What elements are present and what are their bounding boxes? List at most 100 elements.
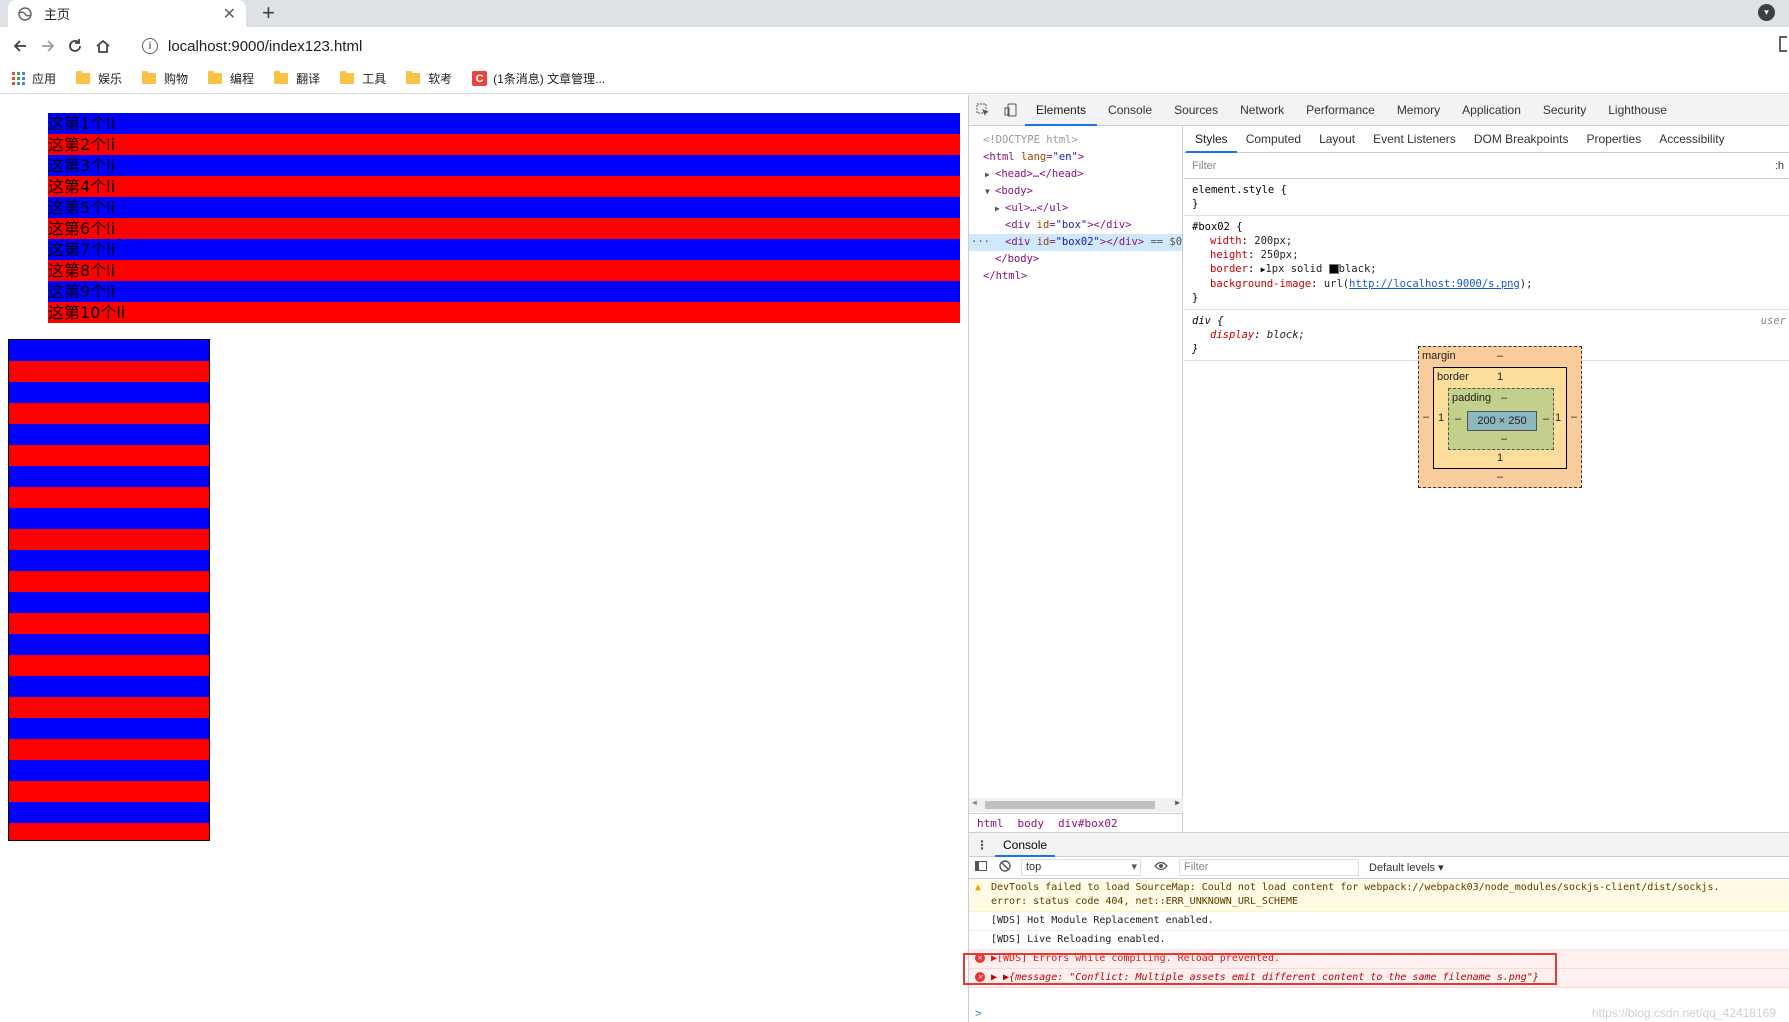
dom-body[interactable]: ▼ <body> <box>969 183 1182 200</box>
site-info-icon[interactable]: i <box>142 38 158 54</box>
border-bottom-value[interactable]: 1 <box>1497 452 1503 464</box>
console-log[interactable]: [WDS] Live Reloading enabled. <box>969 931 1789 950</box>
padding-right-value[interactable]: – <box>1543 413 1549 425</box>
expand-triangle-icon[interactable]: ▶ <box>995 200 1005 217</box>
console-filter-input[interactable]: Filter <box>1179 859 1359 876</box>
close-tab-icon[interactable]: ✕ <box>223 4 236 24</box>
bookmark-csdn[interactable]: C (1条消息) 文章管理... <box>472 70 605 87</box>
home-icon[interactable] <box>91 34 115 58</box>
css-value[interactable]: 250px; <box>1261 249 1299 261</box>
scrollbar-thumb[interactable] <box>985 801 1155 809</box>
breadcrumb-html[interactable]: html <box>977 817 1004 830</box>
hover-state-toggle[interactable]: :h <box>1775 160 1789 172</box>
scroll-right-icon[interactable]: ▶ <box>1175 798 1180 807</box>
css-prop[interactable]: height <box>1192 249 1248 261</box>
bookmark-folder-tools[interactable]: 工具 <box>340 70 386 87</box>
margin-left-value[interactable]: – <box>1423 411 1429 423</box>
drawer-tab-console[interactable]: Console <box>995 833 1056 857</box>
tab-lighthouse[interactable]: Lighthouse <box>1597 95 1678 126</box>
breadcrumb-body[interactable]: body <box>1018 817 1045 830</box>
tab-dom-breakpoints[interactable]: DOM Breakpoints <box>1465 126 1578 153</box>
context-selector[interactable]: top <box>1021 859 1141 876</box>
bookmark-folder-translate[interactable]: 翻译 <box>274 70 320 87</box>
padding-top-value[interactable]: – <box>1501 392 1507 404</box>
tab-properties[interactable]: Properties <box>1578 126 1651 153</box>
extensions-icon[interactable] <box>1779 36 1787 52</box>
tab-console[interactable]: Console <box>1097 95 1163 126</box>
tab-security[interactable]: Security <box>1532 95 1597 126</box>
console-prompt[interactable]: > <box>975 1008 981 1020</box>
clear-console-icon[interactable] <box>993 860 1017 875</box>
border-right-value[interactable]: 1 <box>1555 412 1561 424</box>
css-value[interactable]: black; <box>1339 263 1377 275</box>
scroll-left-icon[interactable]: ◀ <box>972 798 977 807</box>
dom-div-box[interactable]: <div id="box"></div> <box>969 217 1182 234</box>
box-model-border[interactable]: border 1 1 1 1 padding – – – – 200 × 250 <box>1433 367 1567 469</box>
box-model-padding[interactable]: padding – – – – 200 × 250 <box>1448 388 1554 450</box>
tab-computed[interactable]: Computed <box>1237 126 1310 153</box>
css-prop[interactable]: background-image <box>1192 278 1311 290</box>
tab-memory[interactable]: Memory <box>1386 95 1451 126</box>
dom-body-close[interactable]: </body> <box>969 251 1182 268</box>
log-levels-dropdown[interactable]: Default levels ▾ <box>1369 861 1444 874</box>
browser-tab[interactable]: 主页 ✕ <box>8 0 246 27</box>
css-value[interactable]: 200px; <box>1254 235 1292 247</box>
styles-filter[interactable]: Filter :h <box>1184 153 1789 179</box>
dom-doctype[interactable]: <!DOCTYPE html> <box>969 132 1182 149</box>
device-toolbar-icon[interactable] <box>997 95 1025 126</box>
css-url-link[interactable]: http://localhost:9000/s.png <box>1349 278 1520 290</box>
tab-styles[interactable]: Styles <box>1186 126 1237 153</box>
tab-elements[interactable]: Elements <box>1025 95 1098 126</box>
tab-accessibility[interactable]: Accessibility <box>1650 126 1733 153</box>
back-icon[interactable] <box>8 34 32 58</box>
console-error[interactable]: ✕ ▶[WDS] Errors while compiling. Reload p… <box>969 950 1789 969</box>
tab-network[interactable]: Network <box>1229 95 1295 126</box>
bookmark-folder-entertainment[interactable]: 娱乐 <box>76 70 122 87</box>
css-prop[interactable]: border <box>1192 263 1248 275</box>
bookmark-folder-exam[interactable]: 软考 <box>406 70 452 87</box>
dom-html[interactable]: <html lang="en"> <box>969 149 1182 166</box>
margin-top-value[interactable]: – <box>1497 350 1503 362</box>
tab-sources[interactable]: Sources <box>1163 95 1229 126</box>
dom-ul[interactable]: ▶ <ul>…</ul> <box>969 200 1182 217</box>
new-tab-button[interactable]: + <box>262 1 275 25</box>
padding-bottom-value[interactable]: – <box>1501 433 1507 445</box>
bookmark-apps[interactable]: 应用 <box>12 70 56 87</box>
console-warning[interactable]: ▲ DevTools failed to load SourceMap: Cou… <box>969 879 1789 912</box>
expand-triangle-icon[interactable]: ▶ <box>985 166 995 183</box>
box-model-margin[interactable]: margin – – – – border 1 1 1 1 padding – … <box>1418 346 1582 488</box>
collapse-triangle-icon[interactable]: ▼ <box>985 183 995 200</box>
console-error[interactable]: ✕ ▶ ▶{message: "Conflict: Multiple assets… <box>969 969 1789 988</box>
inspect-element-icon[interactable] <box>969 95 997 126</box>
address-url[interactable]: localhost:9000/index123.html <box>168 38 362 55</box>
border-left-value[interactable]: 1 <box>1438 412 1444 424</box>
styles-filter-input[interactable]: Filter <box>1192 160 1216 172</box>
rule-box02[interactable]: #box02 { width: 200px; height: 250px; bo… <box>1184 216 1789 310</box>
breadcrumb-div-box02[interactable]: div#box02 <box>1058 817 1118 830</box>
tab-event-listeners[interactable]: Event Listeners <box>1364 126 1465 153</box>
address-bar[interactable]: i localhost:9000/index123.html <box>142 33 1784 59</box>
dom-head[interactable]: ▶ <head>…</head> <box>969 166 1182 183</box>
reload-icon[interactable] <box>63 34 87 58</box>
more-icon[interactable]: ··· <box>971 234 990 251</box>
tab-performance[interactable]: Performance <box>1295 95 1386 126</box>
padding-left-value[interactable]: – <box>1455 413 1461 425</box>
drawer-menu-icon[interactable]: ⋮ <box>969 838 995 852</box>
css-prop[interactable]: width <box>1192 235 1242 247</box>
css-value[interactable]: 1px solid <box>1265 263 1322 275</box>
dom-html-close[interactable]: </html> <box>969 268 1182 285</box>
color-swatch[interactable] <box>1328 264 1339 274</box>
border-top-value[interactable]: 1 <box>1497 371 1503 383</box>
tab-layout[interactable]: Layout <box>1310 126 1364 153</box>
forward-icon[interactable] <box>36 34 60 58</box>
rule-element-style[interactable]: element.style { } <box>1184 179 1789 216</box>
margin-right-value[interactable]: – <box>1571 411 1577 423</box>
bookmark-folder-shopping[interactable]: 购物 <box>142 70 188 87</box>
dom-div-box02-selected[interactable]: ··· <div id="box02"></div> == $0 <box>969 234 1182 251</box>
eye-icon[interactable] <box>1149 861 1173 874</box>
sidebar-toggle-icon[interactable] <box>969 860 993 875</box>
tab-application[interactable]: Application <box>1451 95 1532 126</box>
tab-search-icon[interactable]: ▾ <box>1758 4 1775 21</box>
bookmark-folder-programming[interactable]: 编程 <box>208 70 254 87</box>
margin-bottom-value[interactable]: – <box>1497 471 1503 483</box>
